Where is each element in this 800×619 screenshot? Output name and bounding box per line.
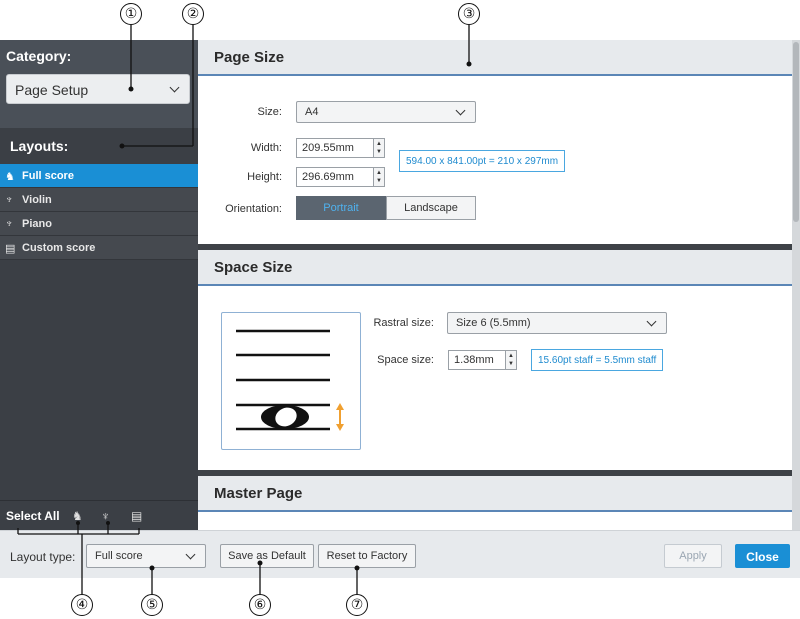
callout-5: ⑤ <box>141 594 163 616</box>
page-setup-content: Page Size Size: A4 Width: 209.55mm ▲ ▼ He… <box>198 40 792 530</box>
dimensions-info: 594.00 x 841.00pt = 210 x 297mm <box>399 150 566 172</box>
orientation-label: Orientation: <box>225 203 282 215</box>
layout-item-label: Full score <box>22 170 74 182</box>
reset-to-factory-button[interactable]: Reset to Factory <box>318 544 416 568</box>
layout-item-full-score[interactable]: ♞ Full score <box>0 164 198 188</box>
apply-button[interactable]: Apply <box>664 544 722 568</box>
chevron-down-icon <box>169 82 180 93</box>
width-label: Width: <box>250 142 282 154</box>
callout-2: ② <box>182 3 204 25</box>
callout-1: ① <box>120 3 142 25</box>
size-dropdown[interactable]: A4 <box>296 101 476 123</box>
layout-item-violin[interactable]: ♆ Violin <box>0 188 198 212</box>
select-parts-icon[interactable]: ♆ <box>101 509 110 523</box>
space-size-stepper[interactable]: ▲ ▼ <box>505 350 517 370</box>
size-value: A4 <box>305 106 319 118</box>
rastral-size-dropdown[interactable]: Size 6 (5.5mm) <box>447 312 667 334</box>
part-icon: ♆ <box>5 194 14 206</box>
height-stepper[interactable]: ▲ ▼ <box>373 167 385 187</box>
close-button[interactable]: Close <box>735 544 790 568</box>
layouts-list: ♞ Full score ♆ Violin ♆ Piano ▤ Custom s… <box>0 164 198 260</box>
height-label: Height: <box>247 171 282 183</box>
layout-item-label: Custom score <box>22 242 96 254</box>
category-label: Category: <box>6 48 72 64</box>
chevron-down-icon <box>455 105 466 116</box>
page-size-section: Size: A4 Width: 209.55mm ▲ ▼ Height: 296.… <box>198 76 792 244</box>
layout-type-label: Layout type: <box>10 550 76 564</box>
size-label: Size: <box>257 106 282 118</box>
callout-6: ⑥ <box>249 594 271 616</box>
sidebar: Category: Page Setup Layouts: ♞ Full sco… <box>0 40 198 530</box>
width-stepper[interactable]: ▲ ▼ <box>373 138 385 158</box>
layout-type-dropdown[interactable]: Full score <box>86 544 206 568</box>
chevron-down-icon <box>646 316 657 327</box>
landscape-button[interactable]: Landscape <box>386 196 476 220</box>
save-as-default-button[interactable]: Save as Default <box>220 544 314 568</box>
layout-item-label: Violin <box>22 194 52 206</box>
select-custom-scores-icon[interactable]: ▤ <box>131 509 142 523</box>
custom-score-icon: ▤ <box>5 243 16 255</box>
dialog-footer: Layout type: Full score Save as Default … <box>0 530 800 578</box>
layouts-label: Layouts: <box>10 138 69 154</box>
selection-bar: Select All ♞ ♆ ▤ <box>0 500 198 530</box>
space-size-section: Rastral size: Size 6 (5.5mm) Space size:… <box>198 286 792 470</box>
space-size-header[interactable]: Space Size <box>198 250 792 286</box>
full-score-icon: ♞ <box>5 171 15 183</box>
rastral-size-value: Size 6 (5.5mm) <box>456 317 531 329</box>
staff-size-preview <box>221 312 361 450</box>
master-page-header[interactable]: Master Page <box>198 476 792 512</box>
rastral-size-label: Rastral size: <box>373 317 434 329</box>
layout-item-label: Piano <box>22 218 52 230</box>
space-size-field[interactable]: 1.38mm <box>448 350 506 370</box>
layout-type-value: Full score <box>95 550 143 562</box>
page-size-header[interactable]: Page Size <box>198 40 792 76</box>
space-size-info: 15.60pt staff = 5.5mm staff <box>531 349 664 371</box>
layout-item-custom-score[interactable]: ▤ Custom score <box>0 236 198 260</box>
width-field[interactable]: 209.55mm <box>296 138 374 158</box>
category-value: Page Setup <box>15 82 89 98</box>
callout-7: ⑦ <box>346 594 368 616</box>
select-full-scores-icon[interactable]: ♞ <box>72 509 83 523</box>
staff-preview-graphic <box>236 329 344 431</box>
portrait-button[interactable]: Portrait <box>296 196 386 220</box>
master-page-section <box>198 512 792 530</box>
vertical-scrollbar[interactable] <box>792 40 800 530</box>
category-dropdown[interactable]: Page Setup <box>6 74 190 104</box>
chevron-down-icon <box>185 549 196 560</box>
select-all-button[interactable]: Select All <box>6 509 60 523</box>
height-field[interactable]: 296.69mm <box>296 167 374 187</box>
scrollbar-thumb[interactable] <box>793 42 799 222</box>
layout-item-piano[interactable]: ♆ Piano <box>0 212 198 236</box>
part-icon: ♆ <box>5 218 14 230</box>
category-panel: Category: Page Setup <box>0 40 198 128</box>
callout-3: ③ <box>458 3 480 25</box>
space-size-label: Space size: <box>377 354 434 366</box>
callout-4: ④ <box>71 594 93 616</box>
